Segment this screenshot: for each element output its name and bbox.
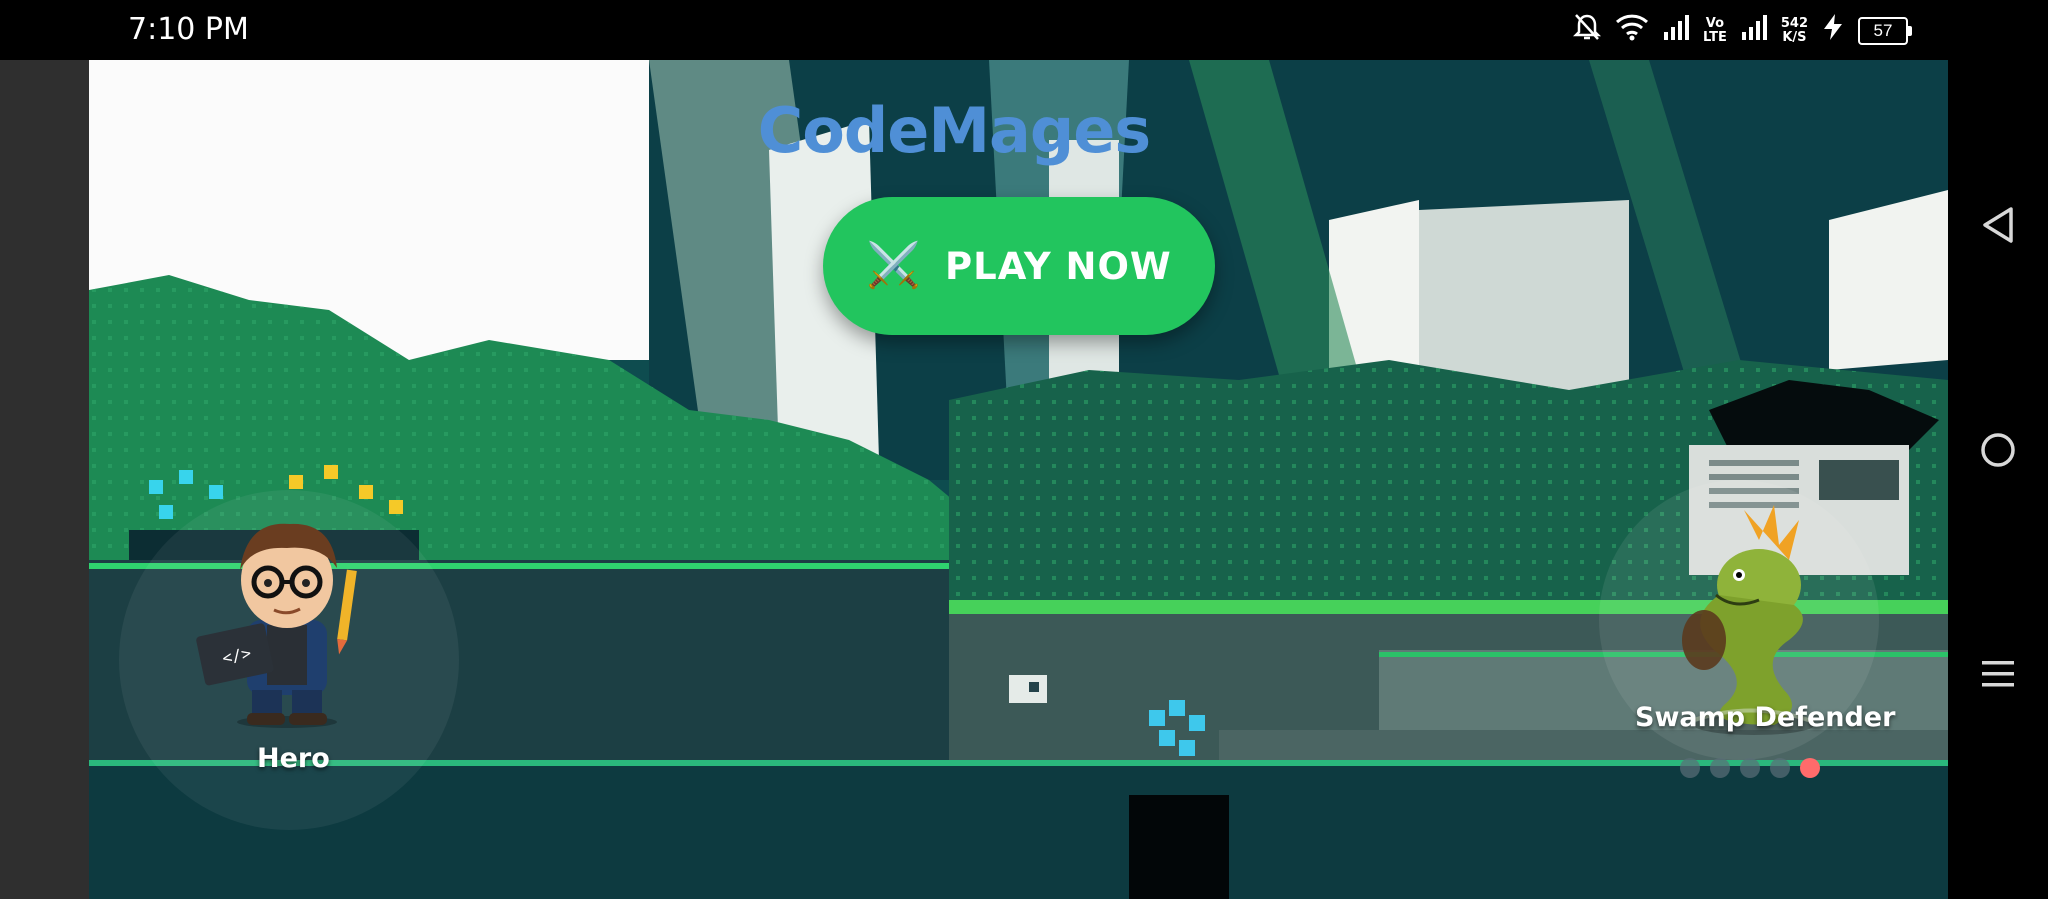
game-title: CodeMages [757,94,1151,167]
battery-icon: 57 [1858,16,1912,45]
menu-icon [1982,661,2014,687]
carousel-dot[interactable] [1740,758,1760,778]
status-bar: 7:10 PM Vo LTE 542 K/S 57 [0,0,2048,60]
hero-label: Hero [257,743,330,774]
menu-button[interactable] [1948,634,2048,714]
carousel-dot-active[interactable] [1800,758,1820,778]
carousel-dot[interactable] [1680,758,1700,778]
wifi-icon [1615,13,1649,48]
status-time: 7:10 PM [128,12,249,47]
crossed-swords-icon: ⚔️ [866,241,922,290]
back-icon [1983,207,2013,243]
signal-icon-2 [1741,14,1767,47]
volte-icon: Vo LTE [1702,15,1727,45]
carousel-dot[interactable] [1770,758,1790,778]
carousel-dot[interactable] [1710,758,1730,778]
system-nav-bar [1948,60,2048,899]
home-icon [1981,433,2015,467]
carousel-dots [1680,758,1820,778]
play-now-button[interactable]: ⚔️ PLAY NOW [823,197,1215,335]
game-viewport[interactable]: CodeMages ⚔️ PLAY NOW </> Hero Swamp Def… [89,60,1948,899]
pixel-forest-background [89,60,1948,899]
bell-off-icon [1572,12,1601,49]
hero-sprite[interactable]: </> [192,510,382,730]
signal-icon [1663,14,1689,47]
play-now-label: PLAY NOW [945,244,1172,288]
swamp-defender-label: Swamp Defender [1635,702,1896,733]
back-button[interactable] [1948,185,2048,265]
data-speed: 542 K/S [1780,15,1808,45]
status-icons: Vo LTE 542 K/S 57 [1572,12,1912,49]
charging-icon [1822,13,1844,48]
home-button[interactable] [1948,410,2048,490]
left-letterbox [0,60,89,899]
